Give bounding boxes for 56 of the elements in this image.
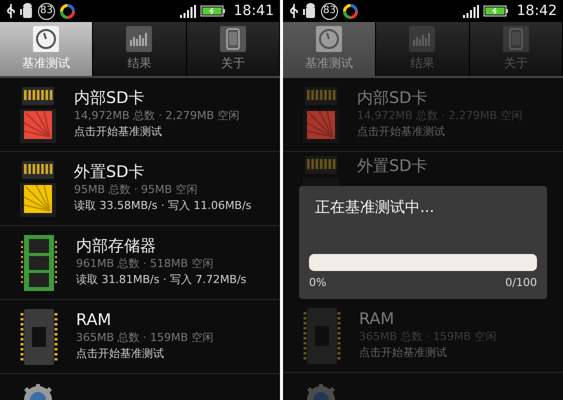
item-title: 内部存储器 (76, 236, 157, 256)
list-item[interactable]: 内部存储器 961MB 总数 · 518MB 空闲 读取 31.81MB/s · 写入 7.72MB/s (0, 226, 280, 300)
sd-card-icon (20, 160, 56, 216)
tab[interactable]: 基准测试 (283, 22, 376, 76)
chip-icon (303, 308, 341, 364)
phone-icon (502, 26, 529, 52)
chip-icon (20, 308, 58, 364)
battery-icon (482, 5, 509, 17)
item-result: 读取 33.58MB/s · 写入 11.06MB/s (74, 198, 252, 214)
notification-count-badge: 83 (38, 2, 55, 20)
list-item[interactable]: 内部SD卡 14,972MB 总数 · 2,279MB 空闲 点击开始基准测试 (0, 78, 280, 152)
item-title: RAM (359, 309, 396, 329)
dialog-title: 正在基准测试中... (314, 197, 436, 218)
sd-card-icon (303, 86, 339, 142)
gauge-icon (316, 26, 342, 52)
signal-icon (462, 4, 479, 18)
list-item[interactable]: 外置SD卡 95MB 总数 · 95MB 空闲 读取 33.58MB/s · 写入 11.06MB/s (0, 152, 280, 226)
item-result: 点击开始基准测试 (359, 345, 448, 362)
tab[interactable]: 基准测试 (0, 22, 94, 76)
sd-card-icon (20, 86, 56, 142)
clock-time: 18:42 (516, 2, 557, 20)
item-title: RAM (76, 310, 112, 330)
item-title: 内部SD卡 (357, 88, 428, 108)
progress-count: 0/100 (505, 274, 537, 290)
bar-chart-icon (409, 26, 436, 52)
usb-icon (6, 3, 16, 19)
usb-icon (289, 3, 299, 19)
clock-time: 18:41 (234, 2, 274, 20)
battery-icon (200, 5, 226, 17)
item-details: 95MB 总数 · 95MB 空闲 (74, 182, 199, 198)
item-result: 点击开始基准测试 (74, 124, 163, 140)
item-result: 读取 31.81MB/s · 写入 7.72MB/s (76, 272, 246, 288)
android-icon (303, 3, 317, 19)
android-icon (20, 3, 34, 19)
item-title: 外置SD卡 (357, 156, 428, 176)
notification-count-badge: 83 (321, 2, 338, 20)
colorful-ring-icon (59, 2, 76, 20)
memory-module-icon (20, 234, 58, 290)
item-details: 14,972MB 总数 · 2,279MB 空闲 (74, 108, 240, 124)
phone-icon (220, 26, 246, 52)
bar-chart-icon (126, 26, 152, 52)
tab[interactable]: 结果 (93, 22, 187, 76)
item-details: 365MB 总数 · 159MB 空闲 (76, 330, 214, 346)
item-result: 点击开始基准测试 (76, 346, 165, 362)
item-title: 内部SD卡 (74, 88, 146, 108)
gauge-icon (33, 26, 60, 52)
tab[interactable]: 关于 (186, 22, 280, 76)
tab[interactable]: 结果 (376, 22, 470, 76)
item-result: 点击开始基准测试 (357, 124, 446, 140)
signal-icon (180, 4, 196, 18)
item-title: 外置SD卡 (74, 162, 146, 182)
list-item[interactable]: RAM 365MB 总数 · 159MB 空闲 点击开始基准测试 (0, 300, 280, 374)
tab[interactable]: 关于 (470, 22, 563, 76)
colorful-ring-icon (342, 2, 359, 20)
item-details: 961MB 总数 · 518MB 空闲 (76, 256, 215, 272)
progress-percent: 0% (309, 274, 326, 290)
